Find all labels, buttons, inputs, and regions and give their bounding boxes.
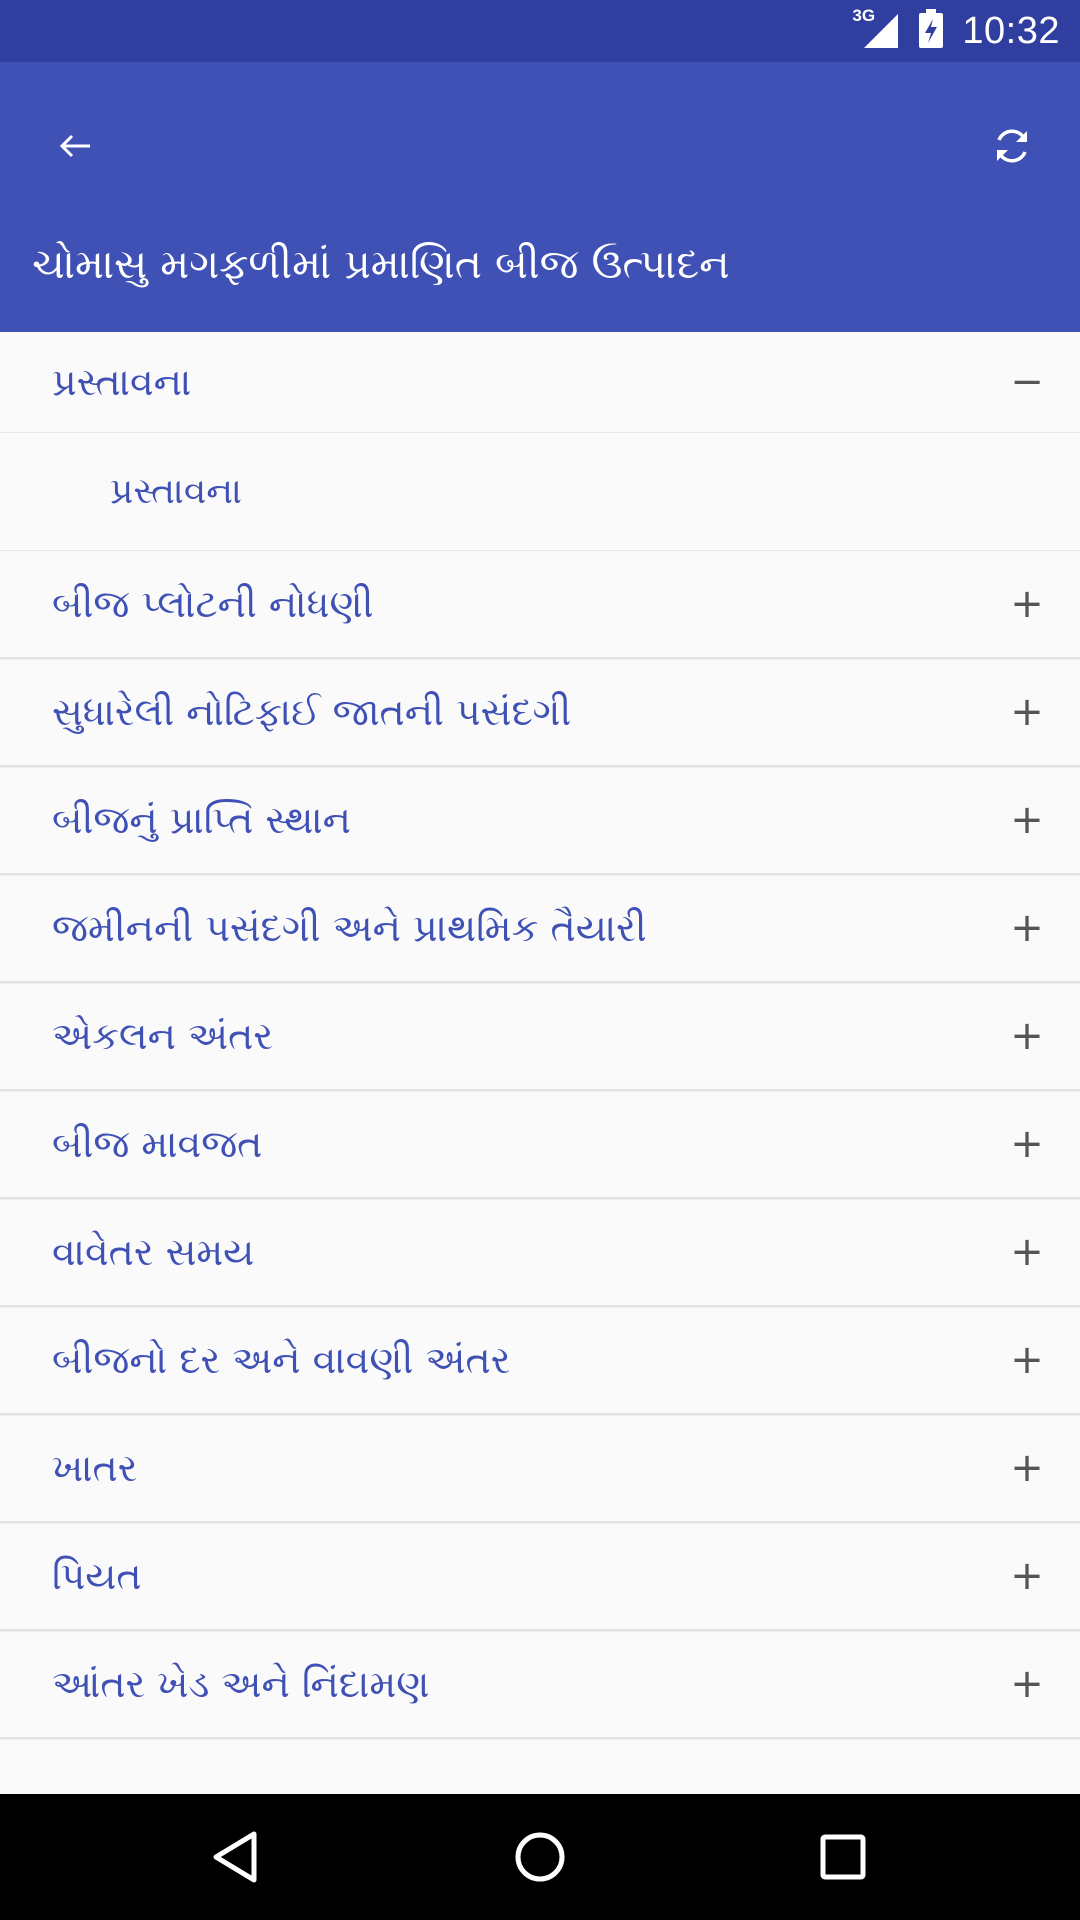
section-label: પિયત xyxy=(52,1554,142,1598)
section-label: બીજનું પ્રાપ્તિ સ્થાન xyxy=(52,798,351,842)
circle-home-icon xyxy=(515,1832,565,1882)
clock: 10:32 xyxy=(962,9,1060,52)
section-header[interactable]: ખાતર + xyxy=(0,1415,1080,1523)
nav-recents-button[interactable] xyxy=(798,1812,888,1902)
section-header[interactable]: એકલન અંતર + xyxy=(0,983,1080,1091)
status-icons: 3G 10:32 xyxy=(852,0,1060,62)
square-recents-icon xyxy=(820,1834,866,1880)
system-navigation-bar xyxy=(0,1794,1080,1920)
section-header[interactable]: બીજ પ્લોટની નોધણી + xyxy=(0,551,1080,659)
collapse-icon[interactable]: − xyxy=(1002,332,1052,432)
expand-icon[interactable]: + xyxy=(1002,659,1052,765)
refresh-icon xyxy=(997,129,1027,163)
network-type: 3G xyxy=(852,6,876,25)
section-header[interactable]: વાવેતર સમય + xyxy=(0,1199,1080,1307)
page-title: ચોમાસુ મગફળીમાં પ્રમાણિત બીજ ઉત્પાદન xyxy=(32,240,730,288)
section-label: જમીનની પસંદગી અને પ્રાથમિક તૈયારી xyxy=(52,906,647,950)
subsection-label: પ્રસ્તાવના xyxy=(110,471,242,512)
section-label: વાવેતર સમય xyxy=(52,1230,255,1274)
arrow-left-icon xyxy=(59,134,90,158)
battery-icon xyxy=(918,9,944,53)
section-label: આંતર ખેડ અને નિંદામણ xyxy=(52,1662,430,1706)
expand-icon[interactable]: + xyxy=(1002,875,1052,981)
expand-icon[interactable]: + xyxy=(1002,767,1052,873)
section-label: બીજ માવજત xyxy=(52,1122,263,1166)
section-header[interactable]: બીજ માવજત + xyxy=(0,1091,1080,1199)
expand-icon[interactable]: + xyxy=(1002,983,1052,1089)
expand-icon[interactable]: + xyxy=(1002,1523,1052,1629)
section-label: ખાતર xyxy=(52,1446,138,1490)
expand-icon[interactable]: + xyxy=(1002,1091,1052,1197)
section-label: બીજનો દર અને વાવણી અંતર xyxy=(52,1338,511,1382)
section-header[interactable]: આંતર ખેડ અને નિંદામણ + xyxy=(0,1631,1080,1739)
nav-home-button[interactable] xyxy=(495,1812,585,1902)
section-header[interactable]: સુધારેલી નોટિફાઈ જાતની પસંદગી + xyxy=(0,659,1080,767)
section-header[interactable]: જમીનની પસંદગી અને પ્રાથમિક તૈયારી + xyxy=(0,875,1080,983)
section-label: સુધારેલી નોટિફાઈ જાતની પસંદગી xyxy=(52,690,572,734)
signal-icon: 3G xyxy=(852,6,900,50)
refresh-button[interactable] xyxy=(976,110,1048,182)
section-label: એકલન અંતર xyxy=(52,1014,273,1058)
expand-icon[interactable]: + xyxy=(1002,1307,1052,1413)
triangle-back-icon xyxy=(213,1831,257,1883)
expand-icon[interactable]: + xyxy=(1002,1199,1052,1305)
subsection-item[interactable]: પ્રસ્તાવના xyxy=(0,433,1080,551)
expand-icon[interactable]: + xyxy=(1002,1631,1052,1737)
status-bar: 3G 10:32 xyxy=(0,0,1080,62)
expand-icon[interactable]: + xyxy=(1002,551,1052,657)
section-header-expanded[interactable]: પ્રસ્તાવના − xyxy=(0,332,1080,433)
section-label: પ્રસ્તાવના xyxy=(52,360,192,404)
app-bar: ચોમાસુ મગફળીમાં પ્રમાણિત બીજ ઉત્પાદન xyxy=(0,62,1080,332)
back-button[interactable] xyxy=(40,110,112,182)
section-header[interactable]: પિયત + xyxy=(0,1523,1080,1631)
section-header[interactable]: બીજનું પ્રાપ્તિ સ્થાન + xyxy=(0,767,1080,875)
nav-back-button[interactable] xyxy=(190,1812,280,1902)
topic-list: પ્રસ્તાવના − પ્રસ્તાવના બીજ પ્લોટની નોધણ… xyxy=(0,332,1080,1739)
section-label: બીજ પ્લોટની નોધણી xyxy=(52,582,374,626)
section-header[interactable]: બીજનો દર અને વાવણી અંતર + xyxy=(0,1307,1080,1415)
expand-icon[interactable]: + xyxy=(1002,1415,1052,1521)
